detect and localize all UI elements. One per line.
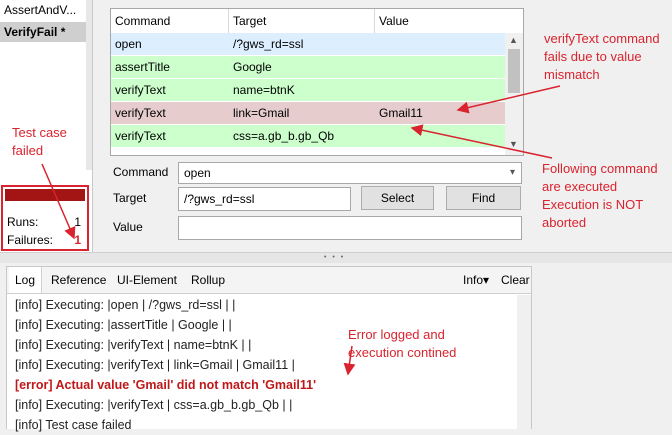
annotation-following: Following command are executed Execution… (542, 161, 658, 230)
arrow-verify-fails (456, 85, 561, 114)
annotation-verify-fails: verifyText command fails due to value mi… (544, 31, 660, 82)
arrow-following (410, 124, 553, 159)
arrow-test-failed (41, 163, 76, 240)
annotation-error-logged: Error logged and execution contined (348, 327, 457, 360)
annotation-test-failed: Test case failed (12, 125, 67, 158)
